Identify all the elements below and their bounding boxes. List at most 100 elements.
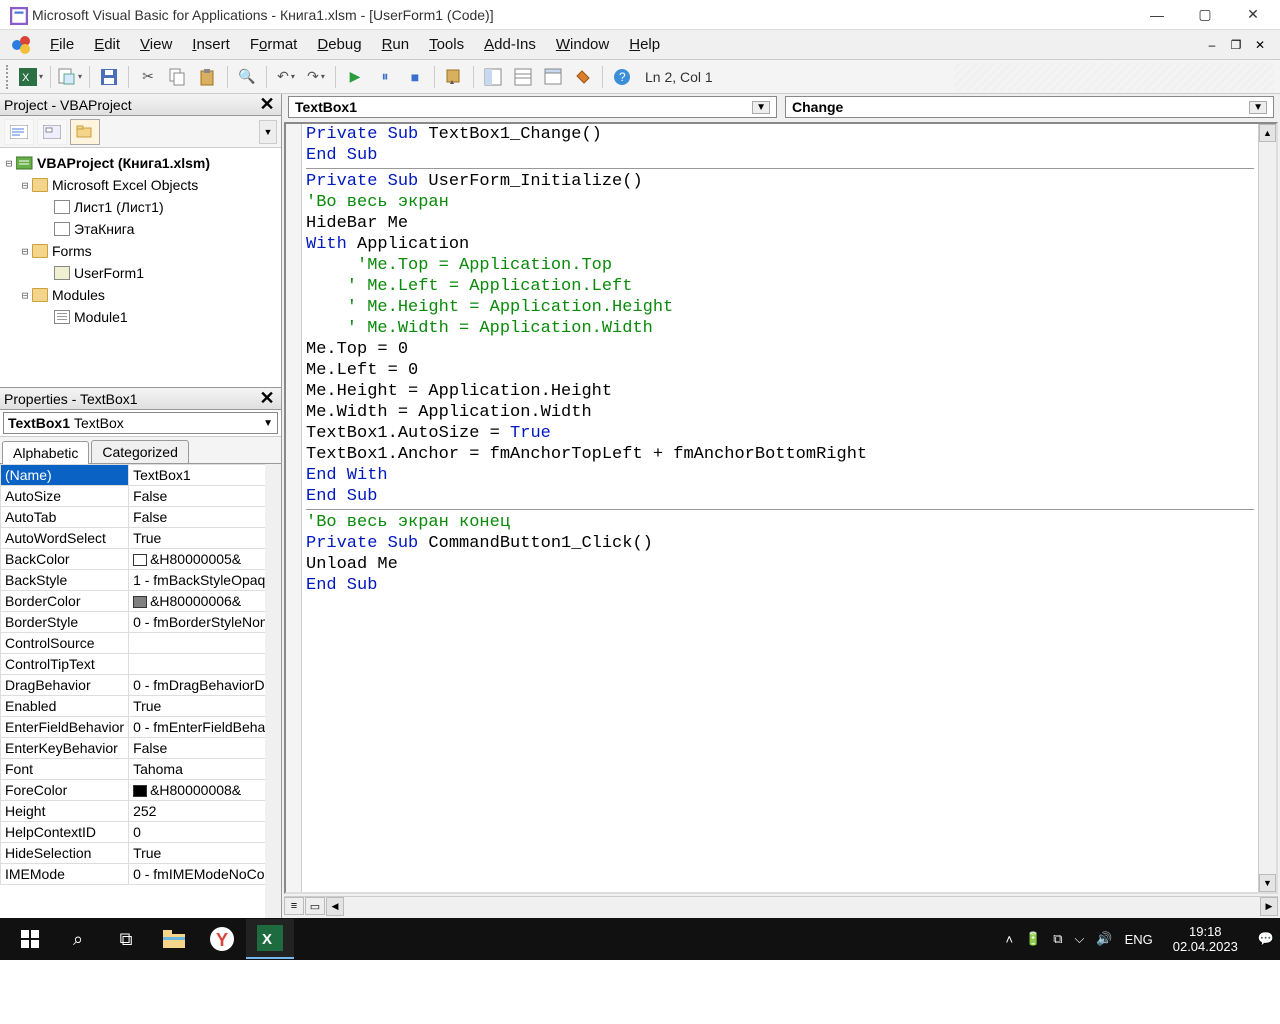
project-panel-close-button[interactable]: ✕	[257, 94, 277, 115]
window-maximize-button[interactable]: ▢	[1182, 1, 1228, 29]
form-icon	[54, 266, 70, 280]
design-mode-button[interactable]	[440, 63, 468, 91]
property-row[interactable]: ControlSource	[1, 633, 266, 654]
node-forms[interactable]: Forms	[52, 243, 92, 259]
find-button[interactable]: 🔍	[233, 63, 261, 91]
menu-debug[interactable]: Debug	[307, 32, 371, 57]
property-row[interactable]: ForeColor&H80000008&	[1, 780, 266, 801]
view-excel-button[interactable]: X	[17, 63, 45, 91]
save-button[interactable]	[95, 63, 123, 91]
property-row[interactable]: AutoTabFalse	[1, 507, 266, 528]
tray-chevron-icon[interactable]: ˄	[1005, 932, 1013, 947]
language-indicator[interactable]: ENG	[1125, 932, 1153, 947]
property-row[interactable]: IMEMode0 - fmIMEModeNoControl	[1, 864, 266, 885]
notifications-icon[interactable]: 💬	[1258, 931, 1274, 947]
network-icon[interactable]: ⧉	[1053, 931, 1062, 947]
menu-insert[interactable]: Insert	[182, 32, 240, 57]
property-row[interactable]: FontTahoma	[1, 759, 266, 780]
menu-addins[interactable]: Add-Ins	[474, 32, 546, 57]
code-editor[interactable]: Private Sub TextBox1_Change()End SubPriv…	[302, 124, 1258, 892]
undo-button[interactable]: ↶	[272, 63, 300, 91]
property-row[interactable]: HideSelectionTrue	[1, 843, 266, 864]
redo-button[interactable]: ↷	[302, 63, 330, 91]
toolbox-button[interactable]	[569, 63, 597, 91]
insert-button[interactable]	[56, 63, 84, 91]
code-horizontal-scrollbar[interactable]: ◀▶	[326, 897, 1278, 916]
property-row[interactable]: EnabledTrue	[1, 696, 266, 717]
wifi-icon[interactable]: ⌵	[1075, 931, 1085, 947]
node-excel-objects[interactable]: Microsoft Excel Objects	[52, 177, 198, 193]
menu-view[interactable]: View	[130, 32, 182, 57]
volume-icon[interactable]: 🔊	[1096, 931, 1112, 947]
properties-tab-categorized[interactable]: Categorized	[91, 440, 189, 463]
yandex-browser-taskbar-icon[interactable]: Y	[198, 919, 246, 959]
window-close-button[interactable]: ✕	[1230, 1, 1276, 29]
properties-window-button[interactable]	[509, 63, 537, 91]
excel-taskbar-icon[interactable]: X	[246, 919, 294, 959]
menu-format[interactable]: Format	[240, 32, 308, 57]
code-object-dropdown[interactable]: TextBox1▼	[288, 96, 777, 118]
cut-button[interactable]: ✂	[134, 63, 162, 91]
property-row[interactable]: ControlTipText	[1, 654, 266, 675]
menu-file[interactable]: File	[40, 32, 84, 57]
toolbar-grip[interactable]	[6, 65, 12, 89]
property-row[interactable]: BackStyle1 - fmBackStyleOpaque	[1, 570, 266, 591]
file-explorer-taskbar-icon[interactable]	[150, 919, 198, 959]
run-button[interactable]: ▶	[341, 63, 369, 91]
properties-panel-close-button[interactable]: ✕	[257, 388, 277, 409]
project-root[interactable]: VBAProject (Книга1.xlsm)	[37, 155, 210, 171]
view-object-button[interactable]	[37, 119, 67, 145]
code-procedure-dropdown[interactable]: Change▼	[785, 96, 1274, 118]
project-explorer-panel: Project - VBAProject ✕ ▼ ⊟VBAProject (Кн…	[0, 94, 281, 388]
properties-object-selector[interactable]: TextBox1 TextBox ▼	[3, 412, 278, 434]
properties-grid[interactable]: (Name)TextBox1AutoSizeFalseAutoTabFalseA…	[0, 464, 265, 918]
menu-edit[interactable]: Edit	[84, 32, 130, 57]
code-vertical-scrollbar[interactable]: ▲ ▼	[1258, 124, 1276, 892]
property-row[interactable]: HelpContextID0	[1, 822, 266, 843]
node-modules[interactable]: Modules	[52, 287, 105, 303]
reset-button[interactable]: ■	[401, 63, 429, 91]
mdi-minimize-button[interactable]: –	[1202, 36, 1222, 54]
node-userform1[interactable]: UserForm1	[74, 265, 144, 281]
procedure-view-button[interactable]: ≡	[284, 897, 304, 915]
property-row[interactable]: BackColor&H80000005&	[1, 549, 266, 570]
mdi-close-button[interactable]: ✕	[1250, 36, 1270, 54]
toggle-folders-button[interactable]	[70, 119, 100, 145]
node-module1[interactable]: Module1	[74, 309, 128, 325]
menu-tools[interactable]: Tools	[419, 32, 474, 57]
node-sheet1[interactable]: Лист1 (Лист1)	[74, 199, 164, 215]
project-tree[interactable]: ⊟VBAProject (Книга1.xlsm) ⊟Microsoft Exc…	[0, 148, 281, 387]
project-explorer-button[interactable]	[479, 63, 507, 91]
mdi-restore-button[interactable]: ❐	[1226, 36, 1246, 54]
project-scroll-down[interactable]: ▼	[259, 120, 277, 144]
property-row[interactable]: BorderColor&H80000006&	[1, 591, 266, 612]
property-row[interactable]: EnterFieldBehavior0 - fmEnterFieldBehavi…	[1, 717, 266, 738]
task-view-button[interactable]: ⧉	[102, 919, 150, 959]
window-title: Microsoft Visual Basic for Applications …	[32, 7, 1134, 23]
properties-scrollbar[interactable]	[265, 464, 281, 918]
window-minimize-button[interactable]: —	[1134, 1, 1180, 29]
menu-window[interactable]: Window	[546, 32, 619, 57]
taskbar-clock[interactable]: 19:18 02.04.2023	[1165, 924, 1246, 954]
battery-icon[interactable]: 🔋	[1025, 931, 1041, 947]
property-row[interactable]: Height252	[1, 801, 266, 822]
property-row[interactable]: BorderStyle0 - fmBorderStyleNone	[1, 612, 266, 633]
search-button[interactable]: ⌕	[54, 919, 102, 959]
start-button[interactable]	[6, 919, 54, 959]
properties-tab-alphabetic[interactable]: Alphabetic	[2, 441, 89, 464]
property-row[interactable]: AutoWordSelectTrue	[1, 528, 266, 549]
break-button[interactable]: ⏸	[371, 63, 399, 91]
property-row[interactable]: DragBehavior0 - fmDragBehaviorDisabled	[1, 675, 266, 696]
full-module-view-button[interactable]: ▭	[305, 897, 325, 915]
help-button[interactable]: ?	[608, 63, 636, 91]
property-row[interactable]: EnterKeyBehaviorFalse	[1, 738, 266, 759]
menu-run[interactable]: Run	[372, 32, 420, 57]
view-code-button[interactable]	[4, 119, 34, 145]
property-row[interactable]: AutoSizeFalse	[1, 486, 266, 507]
copy-button[interactable]	[164, 63, 192, 91]
property-row[interactable]: (Name)TextBox1	[1, 465, 266, 486]
object-browser-button[interactable]	[539, 63, 567, 91]
menu-help[interactable]: Help	[619, 32, 670, 57]
paste-button[interactable]	[194, 63, 222, 91]
node-thisworkbook[interactable]: ЭтаКнига	[74, 221, 134, 237]
